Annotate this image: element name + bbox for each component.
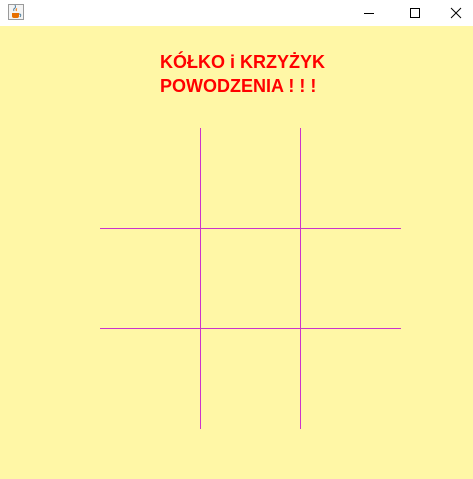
- board-cell-1-1[interactable]: [200, 228, 300, 328]
- board-cell-2-0[interactable]: [100, 328, 200, 428]
- board-cell-1-2[interactable]: [300, 228, 400, 328]
- close-icon: [450, 7, 461, 19]
- minimize-button[interactable]: [346, 0, 392, 26]
- minimize-icon: [364, 13, 374, 14]
- java-app-icon[interactable]: [8, 4, 24, 20]
- board-cell-0-2[interactable]: [300, 128, 400, 228]
- board-cell-1-0[interactable]: [100, 228, 200, 328]
- board-cell-0-0[interactable]: [100, 128, 200, 228]
- board-cell-2-2[interactable]: [300, 328, 400, 428]
- board-cell-2-1[interactable]: [200, 328, 300, 428]
- window-titlebar[interactable]: [0, 0, 473, 26]
- maximize-icon: [410, 8, 420, 18]
- maximize-button[interactable]: [392, 0, 438, 26]
- board-cell-0-1[interactable]: [200, 128, 300, 228]
- game-canvas[interactable]: KÓŁKO i KRZYŻYK POWODZENIA ! ! !: [0, 26, 473, 479]
- tic-tac-toe-board[interactable]: [0, 26, 473, 479]
- close-button[interactable]: [438, 0, 473, 26]
